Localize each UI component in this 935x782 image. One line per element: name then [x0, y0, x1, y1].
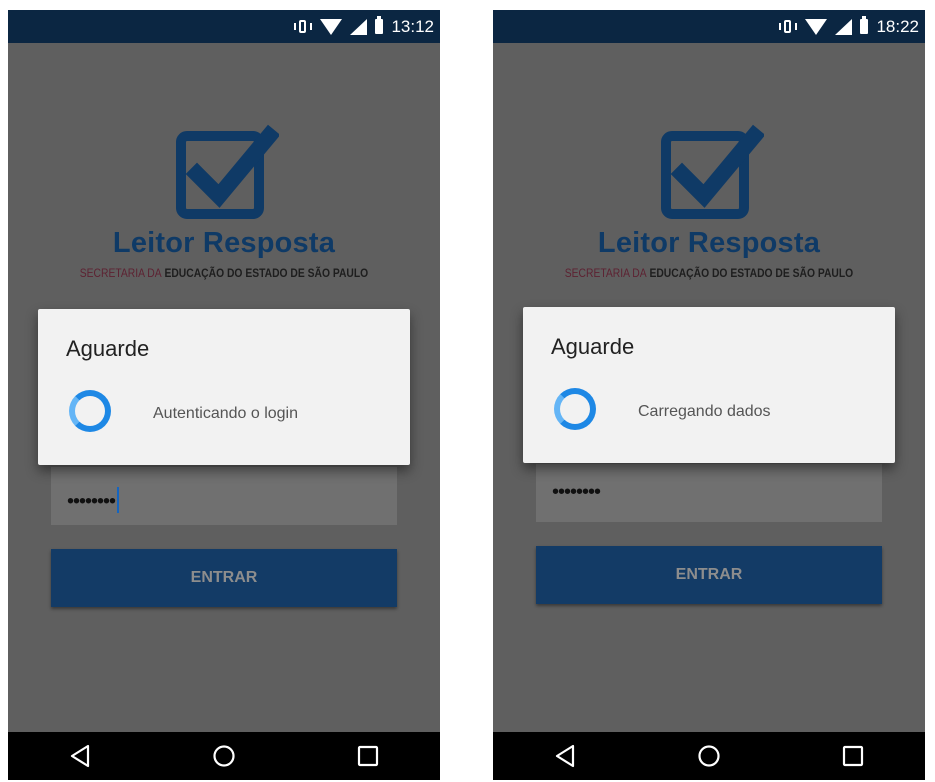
home-icon	[698, 745, 720, 767]
app-logo: Leitor Resposta SECRETARIA DA EDUCAÇÃO D…	[8, 122, 440, 280]
back-icon	[70, 744, 90, 768]
status-time: 18:22	[876, 16, 919, 36]
app-subtitle: SECRETARIA DA EDUCAÇÃO DO ESTADO DE SÃO …	[523, 266, 895, 280]
signal-icon	[835, 18, 853, 35]
subtitle-dark: EDUCAÇÃO DO ESTADO DE SÃO PAULO	[164, 266, 369, 280]
wifi-icon	[320, 18, 343, 35]
phone-screen-right: 18:22 Leitor Resposta SECRETARIA DA EDUC…	[493, 10, 925, 780]
battery-icon	[375, 16, 384, 34]
login-button[interactable]: ENTRAR	[51, 549, 397, 607]
login-button[interactable]: ENTRAR	[536, 546, 882, 604]
password-value: ••••••••	[552, 481, 601, 503]
subtitle-light: SECRETARIA DA	[564, 266, 647, 280]
password-field[interactable]: ••••••••	[51, 467, 397, 525]
status-bar: 18:22	[493, 10, 925, 43]
recents-button[interactable]	[338, 732, 398, 780]
back-button[interactable]	[50, 732, 110, 780]
recents-icon	[842, 745, 864, 767]
wifi-icon	[805, 18, 828, 35]
password-field[interactable]: ••••••••	[536, 464, 882, 522]
progress-dialog: Aguarde Autenticando o login	[38, 309, 410, 465]
recents-button[interactable]	[823, 732, 883, 780]
home-button[interactable]	[194, 732, 254, 780]
signal-icon	[350, 18, 368, 35]
loading-spinner-icon	[69, 390, 111, 432]
app-logo: Leitor Resposta SECRETARIA DA EDUCAÇÃO D…	[493, 122, 925, 280]
vibrate-icon	[779, 19, 798, 35]
back-icon	[555, 744, 575, 768]
battery-icon	[860, 16, 869, 34]
home-button[interactable]	[679, 732, 739, 780]
app-title: Leitor Resposta	[597, 227, 821, 259]
app-title: Leitor Resposta	[112, 227, 336, 259]
progress-dialog: Aguarde Carregando dados	[523, 307, 895, 463]
home-icon	[213, 745, 235, 767]
checkbox-check-icon	[176, 124, 279, 219]
dialog-title: Aguarde	[66, 336, 150, 361]
app-subtitle: SECRETARIA DA EDUCAÇÃO DO ESTADO DE SÃO …	[38, 266, 410, 280]
recents-icon	[357, 745, 379, 767]
navigation-bar	[8, 732, 440, 780]
navigation-bar	[493, 732, 925, 780]
status-bar: 13:12	[8, 10, 440, 43]
dialog-title: Aguarde	[551, 334, 635, 359]
password-value: ••••••••	[67, 487, 120, 515]
status-time: 13:12	[391, 16, 434, 36]
loading-spinner-icon	[554, 388, 596, 430]
text-caret	[117, 487, 120, 513]
checkbox-check-icon	[661, 124, 764, 219]
dialog-message: Carregando dados	[638, 403, 771, 420]
dialog-message: Autenticando o login	[153, 405, 298, 422]
back-button[interactable]	[535, 732, 595, 780]
phone-screen-left: 13:12 Leitor Resposta SECRETARIA DA EDUC…	[8, 10, 440, 780]
vibrate-icon	[294, 19, 313, 35]
subtitle-light: SECRETARIA DA	[79, 266, 162, 280]
subtitle-dark: EDUCAÇÃO DO ESTADO DE SÃO PAULO	[649, 266, 854, 280]
